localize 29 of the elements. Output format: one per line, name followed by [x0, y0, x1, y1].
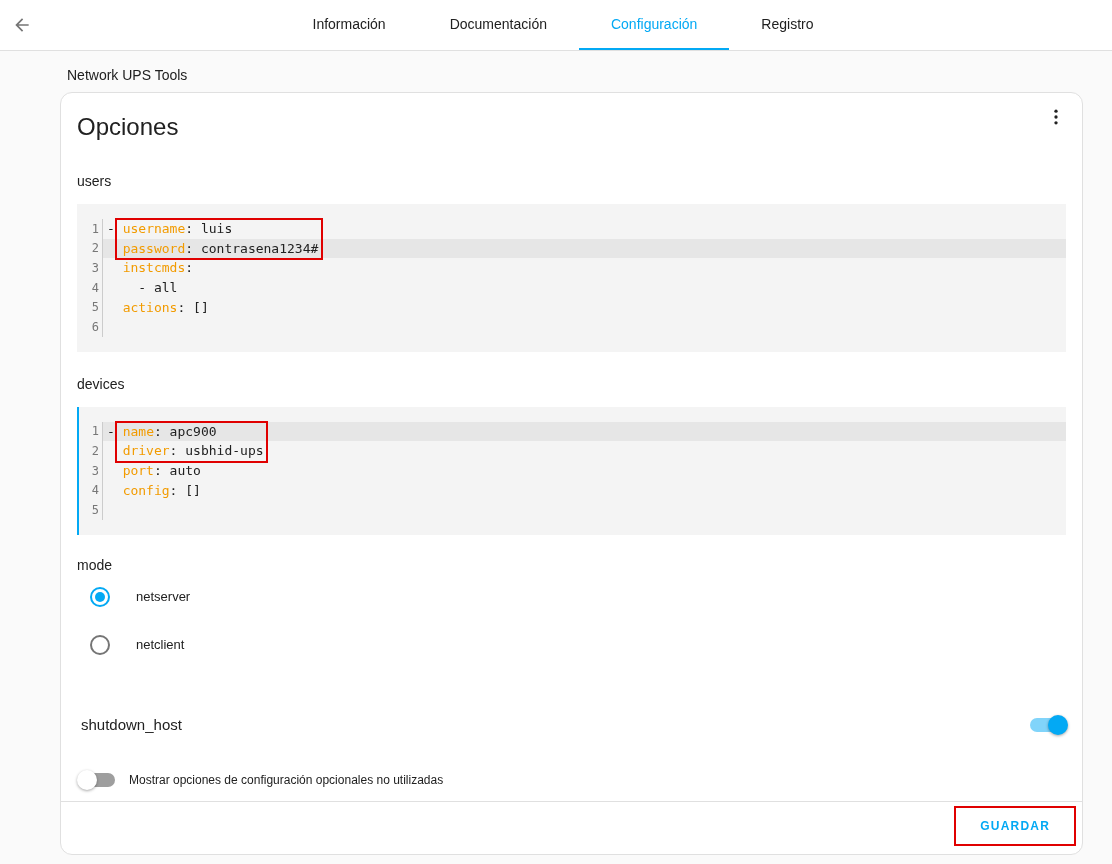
- line-number: 2: [79, 238, 103, 259]
- code-text: driver: usbhid-ups: [121, 443, 264, 459]
- field-label: devices: [77, 375, 126, 392]
- addon-name: Network UPS Tools: [67, 67, 189, 83]
- toggle-switch[interactable]: [1030, 717, 1066, 732]
- code-text: config: []: [121, 482, 201, 498]
- tab[interactable]: Registro: [729, 0, 846, 50]
- field-label: shutdown_host: [81, 716, 182, 734]
- radio-label: netserver: [136, 589, 191, 605]
- code-text: instcmds:: [121, 260, 194, 276]
- tab[interactable]: Información: [280, 0, 418, 50]
- code-text: - username: luis: [106, 221, 233, 237]
- field-label: mode: [77, 556, 114, 573]
- code-text: port: auto: [121, 463, 201, 479]
- field-label: users: [77, 173, 113, 189]
- code-text: - name: apc900: [106, 423, 217, 439]
- code-text: actions: []: [121, 299, 209, 315]
- radio-label: netclient: [136, 637, 185, 653]
- code-editor[interactable]: 1 - name: apc900 2 driver: usbhid-ups 3 port: auto 4 config: [] 5: [77, 406, 1066, 535]
- code-text: password: contrasena1234#: [121, 240, 319, 256]
- tab[interactable]: Documentación: [417, 0, 579, 50]
- radio-button[interactable]: [90, 586, 110, 607]
- code-editor[interactable]: 1 - username: luis 2 password: contrasena1234# 3 instcmds: 4 - all 5 actions: [] 6: [77, 204, 1066, 352]
- card-title: Opciones: [77, 113, 179, 141]
- toggle-label: Mostrar opciones de configuración opcionales no utilizadas: [129, 772, 444, 787]
- radio-button[interactable]: [90, 634, 110, 655]
- code-text: - all: [137, 280, 178, 296]
- toggle-switch[interactable]: [79, 772, 115, 787]
- line-number: 1: [79, 421, 103, 442]
